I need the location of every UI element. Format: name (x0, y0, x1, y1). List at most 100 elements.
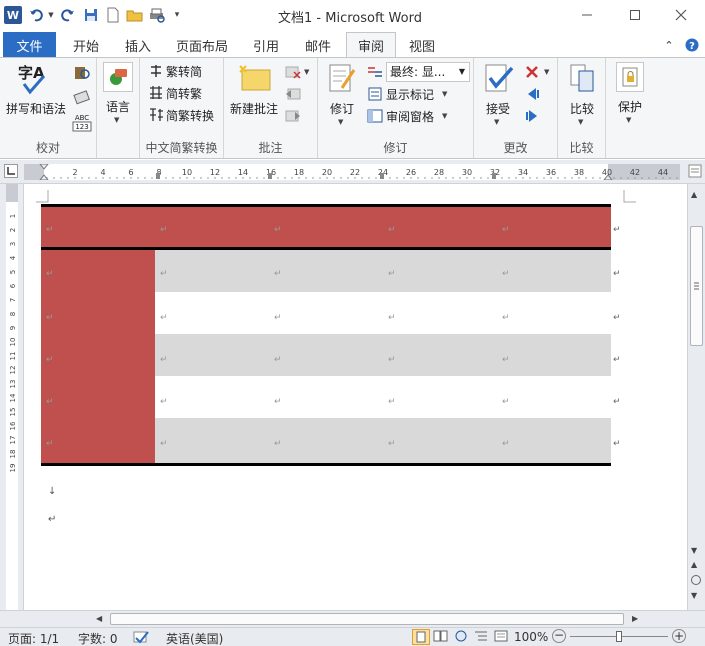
reviewing-pane-dropdown-icon[interactable]: ▼ (442, 112, 447, 120)
customize-qat-icon[interactable]: ▾ (170, 6, 184, 24)
table-row[interactable] (155, 418, 611, 464)
table-first-column-cell[interactable] (41, 292, 155, 334)
scroll-right-icon[interactable]: ▶ (632, 614, 638, 623)
zoom-in-button[interactable]: + (672, 629, 686, 643)
reject-icon[interactable] (524, 64, 542, 80)
traditional-to-simplified-button[interactable]: 繁转简 (166, 63, 202, 80)
next-comment-icon[interactable] (284, 108, 302, 124)
compare-dropdown-icon[interactable]: ▼ (578, 118, 583, 126)
simplified-to-traditional-button[interactable]: 简转繁 (166, 85, 202, 102)
zoom-out-button[interactable]: − (552, 629, 566, 643)
print-layout-view-icon[interactable] (412, 629, 430, 645)
delete-comment-icon[interactable] (284, 64, 302, 80)
reject-dropdown-icon[interactable]: ▼ (544, 68, 549, 76)
table-first-column-cell[interactable] (41, 334, 155, 376)
proofing-status-icon[interactable] (132, 629, 150, 646)
next-page-icon[interactable]: ▼ (691, 591, 697, 600)
print-preview-icon[interactable] (148, 6, 166, 24)
redo-icon[interactable] (58, 6, 76, 24)
document-page[interactable]: ↵ ↵ ↵ ↵ ↵ ↵ ↵ ↵ ↵ ↵ ↵ ↵ ↵ ↵ ↵ ↵ ↵ ↵ ↵ ↵ ↵ ↵ ↵ ↵ ↵ ↵ ↵ ↵ ↵ ↵ ↵ ↵ ↵ ↵ ↵ ↵ ↓ ↵ (24, 184, 687, 610)
column-marker[interactable] (380, 173, 384, 179)
save-icon[interactable] (82, 6, 100, 24)
document-area[interactable]: ↵ ↵ ↵ ↵ ↵ ↵ ↵ ↵ ↵ ↵ ↵ ↵ ↵ ↵ ↵ ↵ ↵ ↵ ↵ ↵ ↵ ↵ ↵ ↵ ↵ ↵ ↵ ↵ ↵ ↵ ↵ ↵ ↵ ↵ ↵ ↵ ↓ ↵ (24, 184, 687, 610)
undo-dropdown-icon[interactable]: ▼ (46, 6, 56, 24)
track-changes-dropdown-icon[interactable]: ▼ (338, 118, 343, 126)
protect-dropdown-icon[interactable]: ▼ (626, 116, 631, 124)
open-folder-icon[interactable] (126, 6, 144, 24)
tab-page-layout[interactable]: 页面布局 (170, 32, 234, 58)
scroll-left-icon[interactable]: ◀ (96, 614, 102, 623)
maximize-button[interactable] (618, 4, 652, 26)
tab-view[interactable]: 视图 (400, 32, 444, 58)
table-row[interactable] (155, 248, 611, 292)
outline-view-icon[interactable] (472, 629, 490, 646)
accept-button[interactable]: 接受 (486, 100, 510, 117)
minimize-button[interactable] (570, 4, 604, 26)
show-markup-button[interactable]: 显示标记 (386, 86, 434, 103)
word-count-icon[interactable]: ABC 123 (72, 112, 92, 132)
previous-comment-icon[interactable] (284, 86, 302, 102)
ribbon-collapse-icon[interactable]: ⌃ (660, 32, 678, 58)
zoom-slider-thumb[interactable] (616, 631, 622, 642)
vertical-ruler[interactable]: 12345678910111213141516171819 (0, 184, 24, 610)
new-comment-button[interactable]: 新建批注 (230, 100, 278, 117)
display-for-review-dropdown[interactable]: 最终: 显... ▼ (386, 62, 470, 82)
previous-change-icon[interactable] (524, 86, 542, 102)
vertical-scrollbar[interactable]: ▲ ▼ ▲ ▼ (687, 184, 705, 610)
table-row[interactable] (155, 334, 611, 376)
table-row[interactable] (155, 292, 611, 334)
tab-mailings[interactable]: 邮件 (296, 32, 340, 58)
new-document-icon[interactable] (104, 6, 122, 24)
column-marker[interactable] (268, 173, 272, 179)
view-ruler-icon[interactable] (688, 164, 702, 178)
table-first-column-cell[interactable] (41, 248, 155, 292)
full-screen-reading-icon[interactable] (432, 629, 450, 646)
protect-icon[interactable] (616, 62, 644, 92)
tab-review[interactable]: 审阅 (346, 32, 396, 58)
table-first-column-cell[interactable] (41, 376, 155, 418)
research-icon[interactable] (72, 64, 92, 82)
language-icon[interactable] (103, 62, 133, 92)
table-first-column-cell[interactable] (41, 418, 155, 464)
horizontal-ruler[interactable]: 2 4 6 8 10 12 14 16 18 20 22 24 26 28 30 32 34 36 38 40 42 44 (24, 164, 680, 180)
horizontal-scroll-thumb[interactable] (110, 613, 624, 625)
delete-comment-dropdown-icon[interactable]: ▼ (304, 68, 309, 76)
zoom-level[interactable]: 100% (514, 630, 548, 644)
scroll-down-icon[interactable]: ▼ (691, 546, 697, 555)
tab-insert[interactable]: 插入 (116, 32, 160, 58)
protect-button[interactable]: 保护 (618, 98, 642, 115)
table-header-row[interactable] (41, 206, 611, 248)
previous-page-icon[interactable]: ▲ (691, 560, 697, 569)
spelling-grammar-icon[interactable]: 字A (16, 62, 50, 96)
page-count-status[interactable]: 页面: 1/1 (8, 630, 59, 646)
reviewing-pane-button[interactable]: 审阅窗格 (386, 108, 434, 125)
horizontal-scrollbar[interactable]: ◀ ▶ (0, 610, 705, 627)
compare-icon[interactable] (567, 62, 597, 94)
language-status[interactable]: 英语(美国) (166, 630, 223, 646)
scroll-up-icon[interactable]: ▲ (691, 190, 697, 199)
show-markup-dropdown-icon[interactable]: ▼ (442, 90, 447, 98)
help-icon[interactable]: ? (682, 32, 702, 58)
spelling-grammar-button[interactable]: 拼写和语法 (6, 100, 66, 117)
tab-references[interactable]: 引用 (244, 32, 288, 58)
new-comment-icon[interactable] (238, 64, 274, 94)
accept-dropdown-icon[interactable]: ▼ (494, 118, 499, 126)
track-changes-icon[interactable] (326, 62, 358, 94)
accept-icon[interactable] (482, 62, 516, 94)
tab-selector-icon[interactable] (4, 164, 18, 178)
column-marker[interactable] (156, 173, 160, 179)
word-logo-icon[interactable]: W (4, 6, 22, 24)
web-layout-icon[interactable] (452, 629, 470, 646)
next-change-icon[interactable] (524, 108, 542, 124)
column-marker[interactable] (492, 173, 496, 179)
track-changes-button[interactable]: 修订 (330, 100, 354, 117)
vertical-scroll-thumb[interactable] (690, 226, 703, 346)
chinese-conversion-button[interactable]: 简繁转换 (166, 107, 214, 124)
close-button[interactable] (664, 4, 698, 26)
tab-home[interactable]: 开始 (64, 32, 108, 58)
table-row[interactable] (155, 376, 611, 418)
language-button[interactable]: 语言 (106, 98, 130, 115)
tab-file[interactable]: 文件 (3, 32, 56, 58)
draft-view-icon[interactable] (492, 629, 510, 646)
browse-object-icon[interactable] (691, 575, 701, 585)
